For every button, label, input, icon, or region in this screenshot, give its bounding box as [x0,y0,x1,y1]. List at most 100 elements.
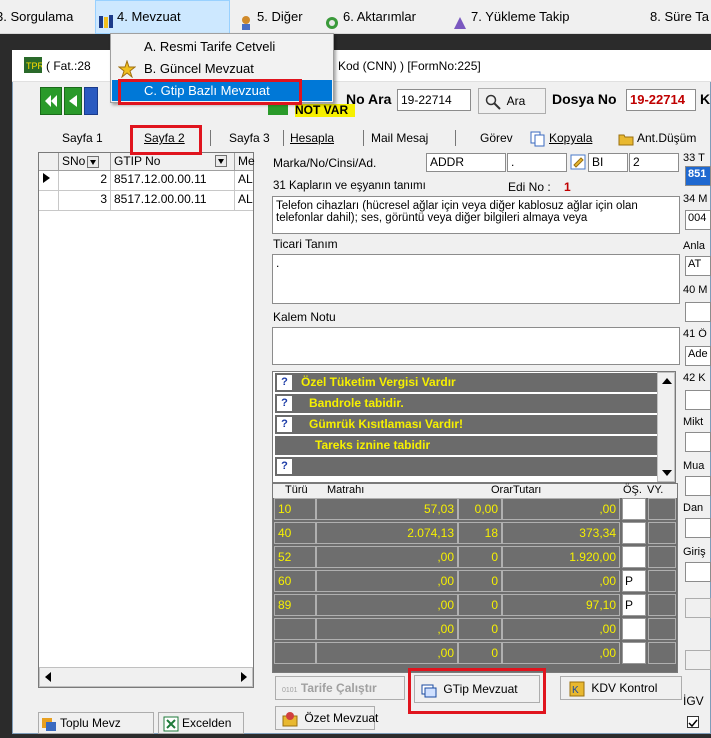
tax-cell-os[interactable] [622,546,646,568]
tax-cell-turu[interactable]: 10 [274,498,316,520]
grid-cell-me[interactable]: AL [235,171,253,191]
tax-cell-os[interactable] [622,522,646,544]
tax-cell-oran[interactable]: 18 [458,522,502,544]
warnings-scrollbar[interactable] [657,372,675,482]
tax-cell-tutar[interactable]: ,00 [502,642,620,664]
menu-sorgulama[interactable]: 3. Sorgulama [0,0,73,34]
grid-cell-sno[interactable]: 2 [59,171,111,191]
marka-dot-input[interactable]: . [507,153,567,172]
warning-row[interactable]: Tareks iznine tabidir [275,436,657,455]
menu-yukleme-takip[interactable]: 7. Yükleme Takip [452,0,570,34]
grid-cell-gtip[interactable]: 8517.12.00.00.11 [111,171,235,191]
tax-cell-turu[interactable]: 40 [274,522,316,544]
right-field-mua[interactable] [685,476,711,496]
tax-cell-matrah[interactable]: ,00 [316,618,458,640]
tab-mail-mesaj[interactable]: Mail Mesaj [371,128,428,148]
tax-cell-turu[interactable] [274,618,316,640]
tax-cell-oran[interactable]: 0 [458,570,502,592]
tax-cell-os[interactable] [622,618,646,640]
right-field-41[interactable]: Ade [685,346,711,366]
grid-cell-me[interactable]: AL [235,191,253,211]
right-tool-button[interactable] [685,650,711,670]
tax-cell-turu[interactable]: 52 [274,546,316,568]
tab-gorev[interactable]: Görev [480,128,513,148]
tax-cell-os[interactable]: P [622,570,646,592]
excelden-button[interactable]: Excelden [158,712,244,734]
tax-cell-turu[interactable]: 89 [274,594,316,616]
menu-aktarimlar[interactable]: 6. Aktarımlar [324,0,416,34]
prev-record-button[interactable] [64,87,82,115]
bi-input[interactable]: BI [588,153,628,172]
tax-cell-vy[interactable] [648,522,676,544]
tax-cell-vy[interactable] [648,618,676,640]
tax-cell-oran[interactable]: 0 [458,546,502,568]
no-ara-input[interactable]: 19-22714 [397,89,471,111]
tax-cell-oran[interactable]: 0 [458,594,502,616]
right-field-giris[interactable] [685,562,711,582]
tax-cell-oran[interactable]: 0,00 [458,498,502,520]
right-field-40[interactable] [685,302,711,322]
dosya-no-input[interactable]: 19-22714 [626,89,696,111]
warning-row[interactable]: ? Özel Tüketim Vergisi Vardır [275,373,657,392]
tax-cell-os[interactable] [622,642,646,664]
toplu-mevz-button[interactable]: Toplu Mevz [38,712,154,734]
right-field-33[interactable]: 851 [685,166,711,186]
ticari-tanim-textarea[interactable]: . [272,254,680,304]
tax-cell-tutar[interactable]: ,00 [502,498,620,520]
description-textarea[interactable]: Telefon cihazları (hücresel ağlar için v… [272,196,680,234]
kalem-notu-textarea[interactable] [272,327,680,365]
nav-button[interactable] [84,87,98,115]
tax-cell-matrah[interactable]: ,00 [316,570,458,592]
right-field-34[interactable]: 004 [685,210,711,230]
marka-input[interactable]: ADDR [426,153,506,172]
grid-col-gtip[interactable]: GTIP No [111,153,235,171]
tab-sayfa-3[interactable]: Sayfa 3 [229,128,270,148]
tax-cell-matrah[interactable]: ,00 [316,594,458,616]
scroll-down-icon[interactable] [660,467,674,482]
grid-cell-sno[interactable]: 3 [59,191,111,211]
warning-row[interactable]: ? [275,457,657,476]
tax-cell-tutar[interactable]: 1.920,00 [502,546,620,568]
right-field-dan[interactable] [685,518,711,538]
right-field-anla[interactable]: AT [685,256,711,276]
tax-cell-tutar[interactable]: ,00 [502,618,620,640]
number-input[interactable]: 2 [629,153,679,172]
tax-cell-os[interactable]: P [622,594,646,616]
dropdown-guncel-mevzuat[interactable]: B. Güncel Mevzuat [112,58,332,79]
tab-kopyala[interactable]: Kopyala [530,128,592,148]
grid-cell-gtip[interactable]: 8517.12.00.00.11 [111,191,235,211]
menu-diger[interactable]: 5. Diğer [238,0,303,34]
grid-col-me[interactable]: Me [235,153,255,171]
tax-cell-tutar[interactable]: 373,34 [502,522,620,544]
tax-cell-vy[interactable] [648,594,676,616]
tax-cell-matrah[interactable]: 57,03 [316,498,458,520]
scroll-left-icon[interactable] [42,670,54,687]
right-tool-button[interactable] [685,598,711,618]
right-field-42[interactable] [685,390,711,410]
scroll-right-icon[interactable] [238,670,250,687]
igv-checkbox[interactable] [687,716,699,728]
ozet-mevzuat-button[interactable]: Özet Mevzuat [275,706,378,730]
scroll-up-icon[interactable] [660,375,674,390]
menu-sure-takip[interactable]: 8. Süre Ta [650,0,709,34]
warning-row[interactable]: ? Gümrük Kısıtlaması Vardır! [275,415,657,434]
tax-cell-vy[interactable] [648,642,676,664]
edit-note-icon[interactable] [570,154,586,173]
tax-cell-matrah[interactable]: ,00 [316,642,458,664]
dropdown-resmi-tarife[interactable]: A. Resmi Tarife Cetveli [112,36,332,57]
tax-cell-matrah[interactable]: ,00 [316,546,458,568]
right-field-mikt[interactable] [685,432,711,452]
grid-col-sno[interactable]: SNo [59,153,111,171]
filter-dropdown-icon[interactable] [215,155,227,167]
tax-cell-tutar[interactable]: 97,10 [502,594,620,616]
kdv-kontrol-button[interactable]: K KDV Kontrol [560,676,682,700]
tax-cell-matrah[interactable]: 2.074,13 [316,522,458,544]
warning-row[interactable]: ? Bandrole tabidir. [275,394,657,413]
tax-cell-vy[interactable] [648,498,676,520]
menu-mevzuat[interactable]: 4. Mevzuat [95,0,230,34]
tax-cell-vy[interactable] [648,546,676,568]
filter-dropdown-icon[interactable] [87,155,100,168]
ara-button[interactable]: Ara [478,88,546,114]
tax-cell-turu[interactable]: 60 [274,570,316,592]
tax-cell-vy[interactable] [648,570,676,592]
